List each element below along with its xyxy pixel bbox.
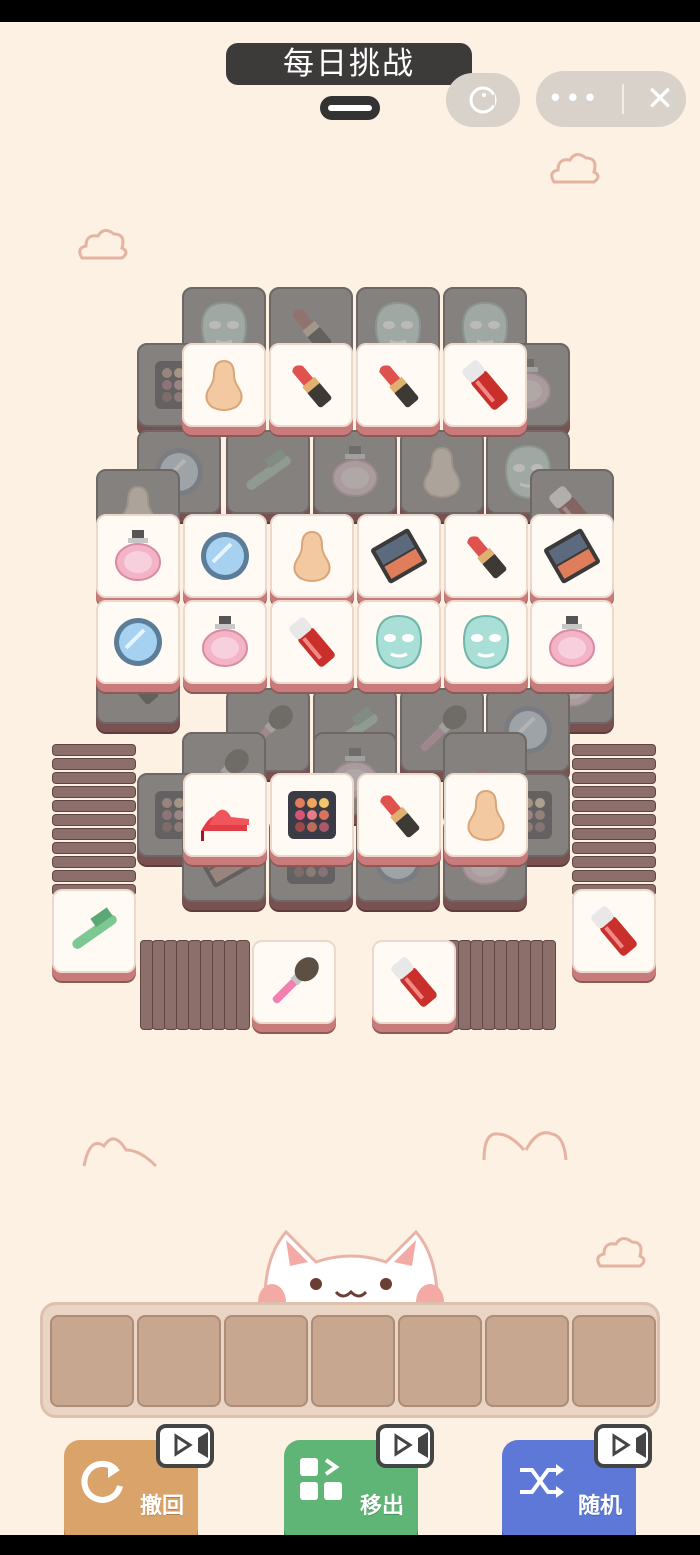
system-nav-bar bbox=[0, 1535, 700, 1555]
tray-slot bbox=[398, 1315, 482, 1407]
game-tile[interactable] bbox=[530, 600, 614, 684]
cloud-decoration bbox=[596, 1237, 646, 1268]
tray-slot bbox=[50, 1315, 134, 1407]
lip-gloss-icon bbox=[384, 952, 444, 1012]
comb-icon bbox=[64, 901, 124, 961]
sponge-icon bbox=[194, 355, 254, 415]
game-tile-covered bbox=[226, 430, 310, 514]
face-mask-icon bbox=[369, 612, 429, 672]
shuffle-icon bbox=[520, 1464, 564, 1498]
cloud-decoration bbox=[78, 229, 128, 260]
close-icon[interactable]: ✕ bbox=[646, 79, 675, 119]
game-center-button[interactable] bbox=[446, 73, 520, 127]
lip-gloss-icon bbox=[584, 901, 644, 961]
bottom-right-tile-stack bbox=[446, 940, 566, 1030]
perfume-icon bbox=[325, 442, 385, 502]
lipstick-icon bbox=[456, 526, 516, 586]
sponge-icon bbox=[282, 526, 342, 586]
move-out-icon bbox=[300, 1458, 342, 1500]
tray-slot bbox=[137, 1315, 221, 1407]
game-tile[interactable] bbox=[357, 773, 441, 857]
mirror-icon bbox=[195, 526, 255, 586]
game-tile[interactable] bbox=[530, 514, 614, 598]
makeup-brush-icon bbox=[264, 952, 324, 1012]
game-tile[interactable] bbox=[356, 343, 440, 427]
game-tile[interactable] bbox=[183, 773, 267, 857]
game-tile-covered bbox=[313, 430, 397, 514]
game-tile[interactable] bbox=[96, 600, 180, 684]
sponge-icon bbox=[412, 442, 472, 502]
game-tile[interactable] bbox=[96, 514, 180, 598]
status-bar bbox=[0, 0, 700, 22]
video-ad-icon bbox=[594, 1424, 652, 1468]
cloud-decoration bbox=[550, 153, 600, 184]
perfume-icon bbox=[542, 612, 602, 672]
lipstick-icon bbox=[281, 355, 341, 415]
tray-slot bbox=[485, 1315, 569, 1407]
game-tile[interactable] bbox=[572, 889, 656, 973]
shuffle-button[interactable]: 随机 bbox=[502, 1424, 652, 1544]
undo-label: 撤回 bbox=[139, 1494, 184, 1519]
high-heel-icon bbox=[195, 785, 255, 845]
undo-icon bbox=[81, 1460, 123, 1503]
move-out-label: 移出 bbox=[359, 1494, 404, 1519]
game-tile[interactable] bbox=[52, 889, 136, 973]
game-tile[interactable] bbox=[182, 343, 266, 427]
cloud-decoration bbox=[82, 1137, 158, 1168]
game-tile[interactable] bbox=[357, 514, 441, 598]
lip-gloss-icon bbox=[282, 612, 342, 672]
right-tile-stack bbox=[572, 744, 656, 904]
lipstick-icon bbox=[368, 355, 428, 415]
cloud-decoration bbox=[482, 1131, 568, 1161]
game-tile[interactable] bbox=[444, 773, 528, 857]
tray-slot bbox=[224, 1315, 308, 1407]
bottom-left-tile-stack bbox=[140, 940, 260, 1030]
video-ad-icon bbox=[376, 1424, 434, 1468]
shuffle-label: 随机 bbox=[577, 1494, 622, 1519]
page-title: 每日挑战 bbox=[226, 43, 472, 85]
perfume-icon bbox=[108, 526, 168, 586]
miniprogram-capsule: ••• ✕ bbox=[536, 71, 686, 127]
game-tile-covered bbox=[400, 430, 484, 514]
lipstick-icon bbox=[369, 785, 429, 845]
eyeshadow-palette-icon bbox=[282, 785, 342, 845]
game-tile[interactable] bbox=[372, 940, 456, 1024]
more-icon[interactable]: ••• bbox=[548, 84, 600, 114]
game-tile[interactable] bbox=[357, 600, 441, 684]
face-mask-icon bbox=[456, 612, 516, 672]
tray-slot bbox=[311, 1315, 395, 1407]
game-tile[interactable] bbox=[444, 514, 528, 598]
eyeshadow-palette-icon bbox=[542, 526, 602, 586]
game-tile[interactable] bbox=[270, 514, 354, 598]
game-tile[interactable] bbox=[270, 600, 354, 684]
move-out-button[interactable]: 移出 bbox=[284, 1424, 434, 1544]
game-tile[interactable] bbox=[444, 600, 528, 684]
tray-slot bbox=[572, 1315, 656, 1407]
mirror-icon bbox=[108, 612, 168, 672]
game-tile[interactable] bbox=[269, 343, 353, 427]
perfume-icon bbox=[195, 612, 255, 672]
comb-icon bbox=[238, 442, 298, 502]
undo-button[interactable]: 撤回 bbox=[64, 1424, 214, 1544]
game-tile[interactable] bbox=[270, 773, 354, 857]
eyeshadow-palette-icon bbox=[369, 526, 429, 586]
tile-tray bbox=[40, 1302, 660, 1418]
game-tile[interactable] bbox=[183, 600, 267, 684]
game-tile[interactable] bbox=[443, 343, 527, 427]
game-tile[interactable] bbox=[183, 514, 267, 598]
left-tile-stack bbox=[52, 744, 136, 904]
sponge-icon bbox=[456, 785, 516, 845]
progress-indicator bbox=[320, 96, 380, 120]
game-tile[interactable] bbox=[252, 940, 336, 1024]
video-ad-icon bbox=[156, 1424, 214, 1468]
lip-gloss-icon bbox=[455, 355, 515, 415]
pacman-icon bbox=[469, 86, 497, 114]
